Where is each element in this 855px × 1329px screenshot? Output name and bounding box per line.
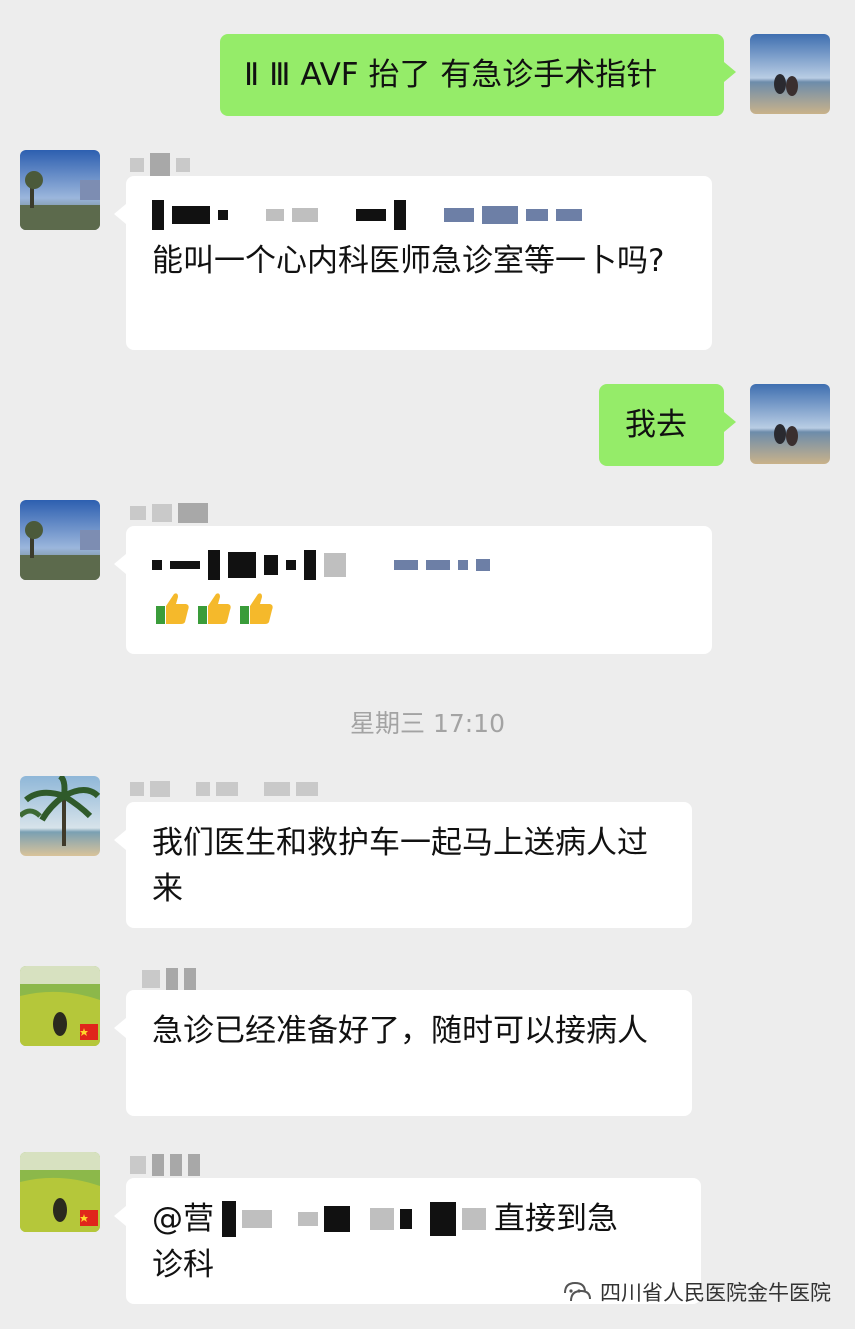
message-bubble[interactable]: Ⅱ Ⅲ AVF 抬了 有急诊手术指针: [220, 34, 736, 116]
redacted-text: [222, 1201, 486, 1237]
redacted-text: [152, 198, 686, 232]
message-bubble[interactable]: 我们医生和救护车一起马上送病人过来: [114, 802, 692, 928]
message-text: 能叫一个心内科医师急诊室等一卜吗?: [152, 243, 665, 279]
thumbs-up-icon: [240, 593, 273, 624]
message-bubble[interactable]: 能叫一个心内科医师急诊室等一卜吗?: [114, 176, 712, 350]
avatar[interactable]: [20, 1152, 100, 1232]
avatar-image-palm-icon: [20, 776, 100, 856]
avatar-image-beach-icon: [750, 384, 830, 464]
sender-name-redacted: [130, 1152, 200, 1178]
sender-name-redacted: [130, 776, 318, 802]
avatar[interactable]: [20, 150, 100, 230]
avatar-image-field-icon: [20, 966, 100, 1046]
emoji-reactions: [152, 588, 686, 628]
avatar[interactable]: [750, 34, 830, 114]
mention-prefix: @营: [152, 1201, 214, 1237]
message-bubble[interactable]: [114, 526, 712, 654]
message-bubble[interactable]: 急诊已经准备好了，随时可以接病人: [114, 990, 692, 1116]
watermark: 四川省人民医院金牛医院: [562, 1277, 831, 1307]
avatar-image-field-icon: [20, 1152, 100, 1232]
thumbs-up-icon: [156, 593, 189, 624]
message-text: 我去: [625, 407, 687, 443]
avatar-image-beach-icon: [750, 34, 830, 114]
sender-name-redacted: [130, 966, 196, 992]
avatar[interactable]: [20, 776, 100, 856]
message-text: 急诊已经准备好了，随时可以接病人: [152, 1013, 648, 1049]
timestamp: 星期三 17:10: [350, 709, 505, 738]
chat-area: Ⅱ Ⅲ AVF 抬了 有急诊手术指针 能叫一个心内科医师急诊室等一卜吗? 我去 …: [0, 0, 855, 1329]
sender-name-redacted: [130, 500, 208, 526]
avatar[interactable]: [20, 966, 100, 1046]
message-text: 我们医生和救护车一起马上送病人过来: [152, 825, 648, 907]
avatar[interactable]: [20, 500, 100, 580]
avatar-image-lake-icon: [20, 500, 100, 580]
wechat-channel-icon: [564, 1281, 591, 1302]
watermark-text: 四川省人民医院金牛医院: [600, 1281, 831, 1305]
thumbs-up-icon: [198, 593, 231, 624]
message-bubble[interactable]: 我去: [599, 384, 736, 466]
avatar[interactable]: [750, 384, 830, 464]
avatar-image-lake-icon: [20, 150, 100, 230]
message-text: Ⅱ Ⅲ AVF 抬了 有急诊手术指针: [244, 57, 658, 93]
sender-name-redacted: [130, 152, 190, 178]
redacted-text: [152, 548, 686, 582]
message-text: 直接到急: [494, 1201, 618, 1237]
